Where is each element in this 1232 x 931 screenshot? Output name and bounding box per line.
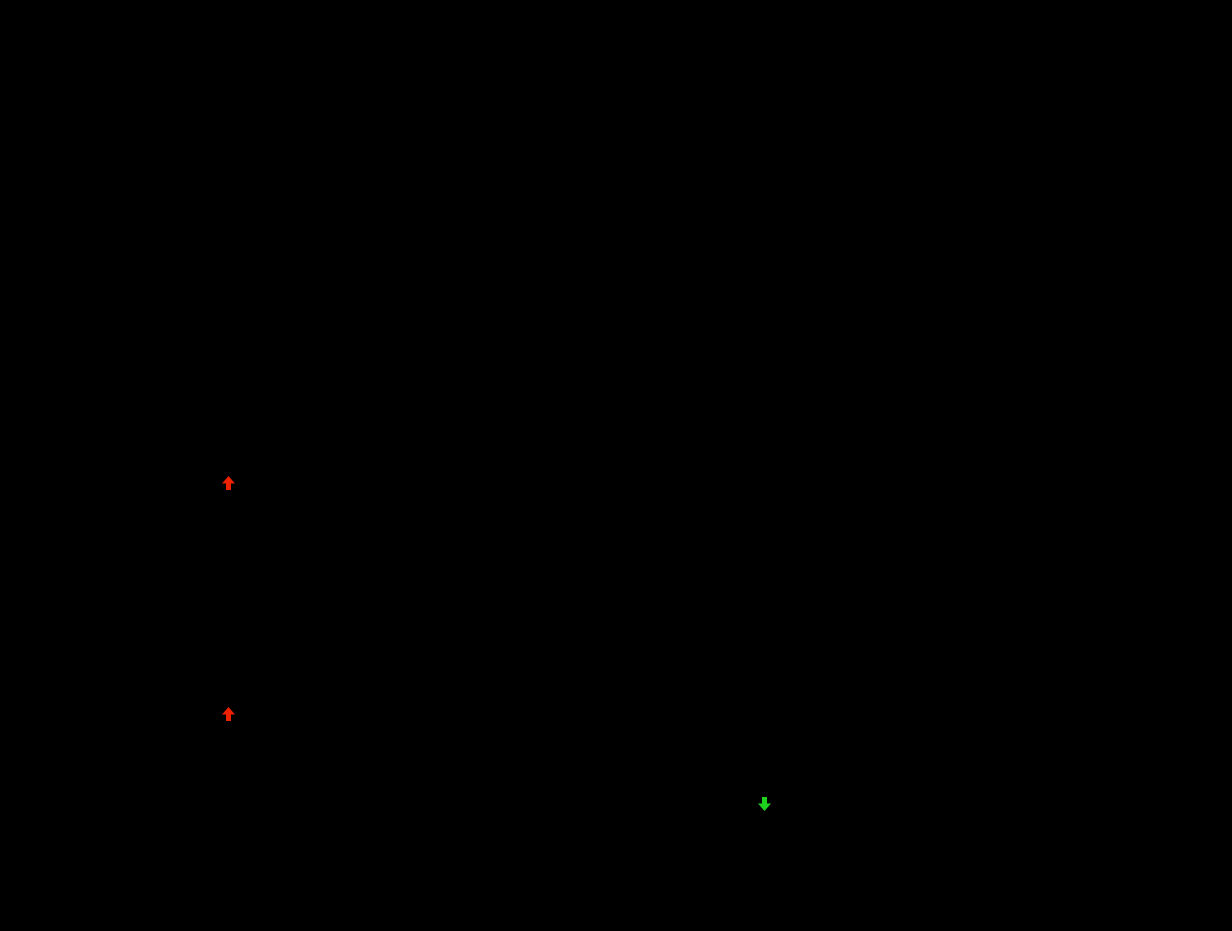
volume-buy-signal-arrow-icon — [221, 706, 236, 722]
stock-chart-window — [0, 0, 1232, 931]
buy-signal-arrow-icon — [221, 475, 236, 491]
death-cross-arrow-icon — [757, 796, 772, 812]
chart-canvas[interactable] — [0, 0, 1232, 931]
